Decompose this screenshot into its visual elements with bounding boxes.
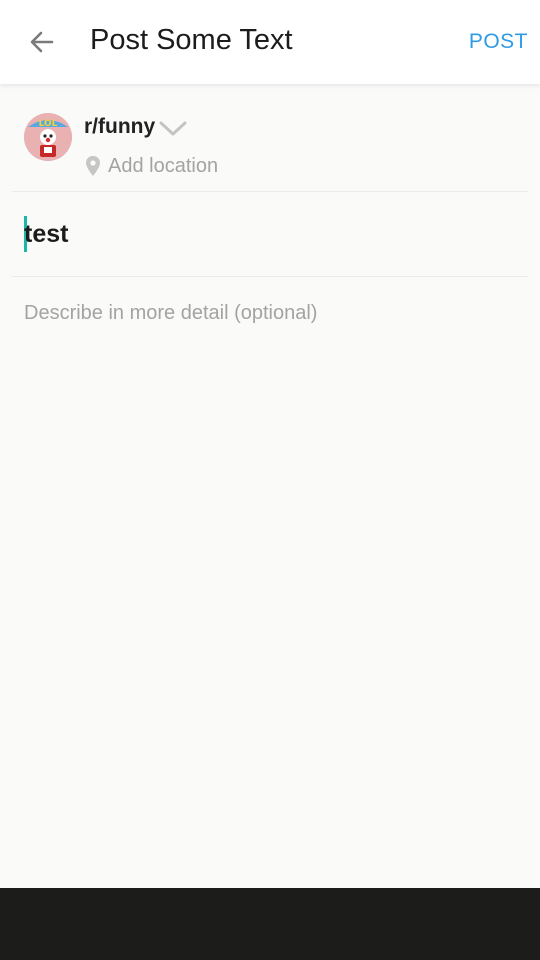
system-navigation-bar [0,888,540,960]
avatar-image: LOL [24,113,72,161]
page-title: Post Some Text [90,24,293,56]
post-button[interactable]: POST [469,30,528,54]
divider [12,191,528,192]
post-body-input[interactable]: Describe in more detail (optional) [24,302,317,325]
chevron-down-icon[interactable] [158,117,188,139]
add-location-button[interactable]: Add location [84,152,218,180]
add-location-label: Add location [108,154,219,177]
svg-text:LOL: LOL [39,119,58,129]
app-bar: Post Some Text POST [0,0,540,84]
post-title-text: test [24,219,69,248]
map-pin-icon [86,156,100,176]
community-selector-row: LOL r/funny Add location [0,84,540,191]
subreddit-avatar[interactable]: LOL [24,113,72,161]
post-title-input[interactable]: test [24,214,68,254]
divider [12,276,528,277]
community-name[interactable]: r/funny [84,115,155,139]
back-button[interactable] [20,22,64,62]
arrow-left-icon [30,31,54,53]
